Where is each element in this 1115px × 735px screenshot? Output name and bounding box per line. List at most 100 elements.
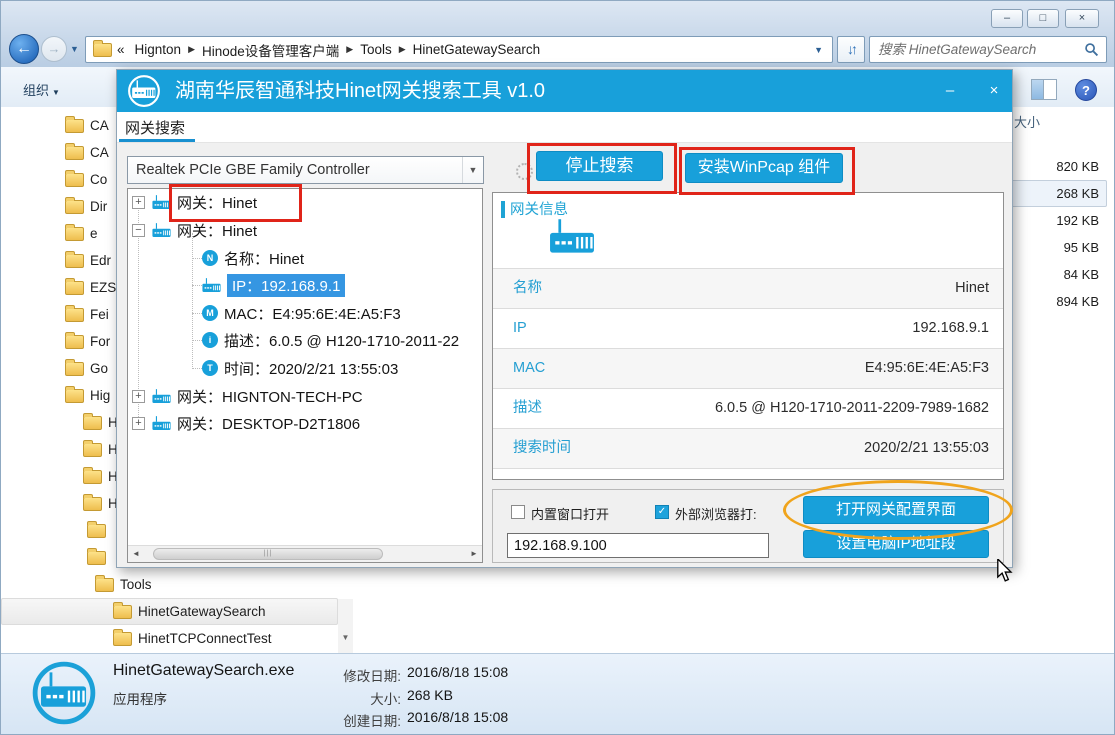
address-history-caret-icon[interactable]: ▼	[814, 45, 832, 55]
expand-icon[interactable]: +	[132, 417, 145, 430]
folder-icon	[65, 146, 84, 160]
external-browser-label[interactable]: 外部浏览器打:	[675, 504, 757, 523]
tree-node-mac[interactable]: M MAC：E4:95:6E:4E:A5:F3	[128, 300, 482, 326]
change-view-button[interactable]	[1031, 79, 1057, 100]
expand-icon[interactable]: +	[132, 390, 145, 403]
sidebar-item[interactable]: CA	[65, 112, 109, 139]
folder-icon	[83, 416, 102, 430]
file-size-value[interactable]: 894 KB	[1009, 289, 1107, 315]
tree-node-gateway-desktop[interactable]: + 网关：DESKTOP-D2T1806	[128, 410, 482, 436]
tab-gateway-search[interactable]: 网关搜索	[125, 117, 185, 138]
address-bar[interactable]: « Hignton ▶ Hinode设备管理客户端 ▶ Tools ▶ Hine…	[85, 36, 833, 63]
sidebar-item[interactable]: e	[65, 220, 98, 247]
info-row-description: 描述6.0.5 @ H120-1710-2011-2209-7989-1682	[493, 388, 1003, 428]
tree-node-name[interactable]: N 名称：Hinet	[128, 245, 482, 271]
mouse-cursor	[995, 559, 1015, 583]
file-size-value[interactable]: 192 KB	[1009, 208, 1107, 234]
search-icon[interactable]	[1084, 42, 1099, 57]
folder-icon	[83, 443, 102, 457]
folder-icon	[65, 362, 84, 376]
gateway-tree: + 网关：Hinet − 网关：Hinet N 名称：Hinet IP：192.…	[127, 188, 483, 563]
size-column-header[interactable]: 大小	[1014, 112, 1040, 131]
organize-menu-button[interactable]: 组织▼	[23, 80, 60, 99]
tree-node-time[interactable]: T 时间：2020/2/21 13:55:03	[128, 355, 482, 381]
ip-address-input[interactable]	[507, 533, 769, 558]
sidebar-item-tools[interactable]: Tools	[95, 571, 152, 598]
scroll-down-icon[interactable]: ▼	[338, 630, 353, 646]
sidebar-scrollbar[interactable]: ▼	[338, 599, 353, 653]
sidebar-item[interactable]: H	[83, 409, 118, 436]
tree-node-gateway-hignton[interactable]: + 网关：HIGNTON-TECH-PC	[128, 383, 482, 409]
refresh-button[interactable]: ↓↑	[837, 36, 865, 63]
restore-button[interactable]: □	[1027, 9, 1059, 28]
file-size-value[interactable]: 95 KB	[1009, 235, 1107, 261]
check-icon: ✓	[658, 506, 666, 517]
builtin-window-label[interactable]: 内置窗口打开	[531, 504, 609, 523]
file-size-value[interactable]: 820 KB	[1009, 154, 1107, 180]
tree-horizontal-scrollbar[interactable]: ◄ ||| ►	[128, 545, 482, 562]
sidebar-item[interactable]	[87, 517, 106, 544]
tree-node-description[interactable]: i 描述：6.0.5 @ H120-1710-2011-22	[128, 327, 482, 353]
external-browser-checkbox[interactable]: ✓	[655, 505, 669, 519]
sidebar-item-hinetgatewaysearch[interactable]: HinetGatewaySearch	[113, 598, 266, 625]
breadcrumb-item-hinetgatewaysearch[interactable]: HinetGatewaySearch	[408, 42, 546, 57]
change-view-icon	[1032, 80, 1044, 99]
breadcrumb-item-hignton[interactable]: Hignton	[130, 42, 187, 57]
sidebar-item[interactable]: Edr	[65, 247, 111, 274]
breadcrumb-item-tools[interactable]: Tools	[355, 42, 397, 57]
file-size-value[interactable]: 84 KB	[1009, 262, 1107, 288]
forward-button[interactable]: →	[41, 36, 67, 62]
sidebar-item[interactable]: For	[65, 328, 110, 355]
search-input[interactable]	[870, 42, 1084, 57]
folder-icon	[83, 497, 102, 511]
expand-icon[interactable]: +	[132, 196, 145, 209]
app-logo-icon	[127, 74, 161, 108]
help-button[interactable]: ?	[1075, 79, 1097, 101]
dialog-titlebar[interactable]: 湖南华辰智通科技Hinet网关搜索工具 v1.0 – ×	[117, 70, 1012, 112]
collapse-icon[interactable]: −	[132, 224, 145, 237]
recent-pages-caret-icon[interactable]: ▼	[70, 44, 79, 54]
sidebar-item[interactable]: Dir	[65, 193, 107, 220]
breadcrumb-prefix: «	[112, 42, 130, 57]
breadcrumb-separator-icon: ▶	[397, 44, 408, 55]
sidebar-item[interactable]: Fei	[65, 301, 109, 328]
scroll-left-icon[interactable]: ◄	[128, 546, 144, 562]
sidebar-item[interactable]: H	[83, 490, 118, 517]
scrollbar-thumb[interactable]: |||	[153, 548, 383, 560]
router-icon	[202, 278, 221, 293]
file-size-value-selected[interactable]: 268 KB	[1009, 181, 1107, 207]
dropdown-caret-icon[interactable]: ▼	[462, 157, 483, 183]
close-button[interactable]: ×	[1065, 9, 1099, 28]
minimize-button[interactable]: –	[991, 9, 1023, 28]
adapter-dropdown[interactable]: Realtek PCIe GBE Family Controller ▼	[127, 156, 484, 184]
annotation-red-box-install-winpcap	[679, 147, 855, 195]
sidebar-item-hinettcpconnecttest[interactable]: HinetTCPConnectTest	[113, 625, 272, 652]
sidebar-item[interactable]: Co	[65, 166, 107, 193]
sidebar-item[interactable]	[87, 544, 106, 571]
folder-icon	[83, 470, 102, 484]
name-badge-icon: N	[202, 250, 218, 266]
info-rows-bottom-border	[493, 468, 1003, 469]
scroll-right-icon[interactable]: ►	[466, 546, 482, 562]
builtin-window-checkbox[interactable]	[511, 505, 525, 519]
dialog-title: 湖南华辰智通科技Hinet网关搜索工具 v1.0	[175, 70, 545, 112]
dialog-close-button[interactable]: ×	[981, 79, 1007, 103]
gateway-info-header: 网关信息	[510, 198, 568, 219]
back-button[interactable]: ←	[9, 34, 39, 64]
sidebar-item[interactable]: EZS	[65, 274, 116, 301]
tree-node-ip-selected[interactable]: IP：192.168.9.1	[128, 272, 482, 298]
sidebar-item[interactable]: CA	[65, 139, 109, 166]
sidebar-item[interactable]: Hig	[65, 382, 110, 409]
folder-icon	[65, 200, 84, 214]
folder-icon	[65, 308, 84, 322]
sidebar-item[interactable]: H	[83, 463, 118, 490]
breadcrumb-separator-icon: ▶	[344, 44, 355, 55]
details-modified-value: 2016/8/18 15:08	[407, 664, 508, 680]
header-accent-bar	[501, 201, 505, 218]
annotation-orange-ellipse-open-config	[783, 480, 1013, 540]
sidebar-item[interactable]: Go	[65, 355, 108, 382]
dialog-minimize-button[interactable]: –	[937, 79, 963, 103]
breadcrumb-item-hinode[interactable]: Hinode设备管理客户端	[197, 40, 344, 60]
details-created-label: 创建日期:	[301, 710, 401, 730]
sidebar-item[interactable]: H	[83, 436, 118, 463]
